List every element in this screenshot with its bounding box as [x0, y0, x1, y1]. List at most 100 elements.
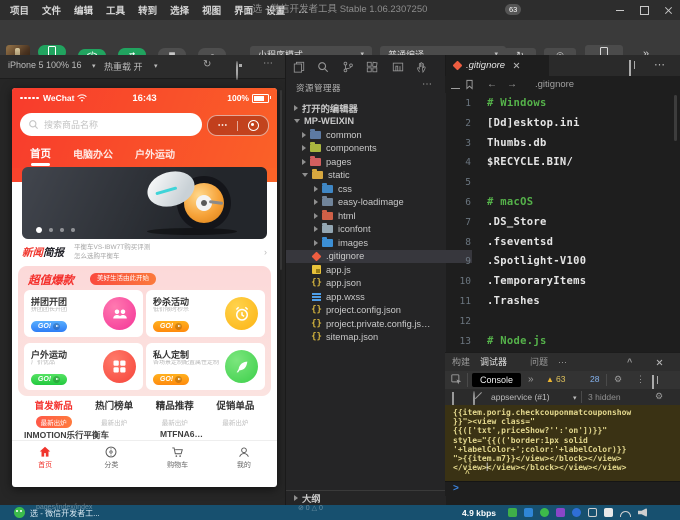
refresh-icon[interactable]: ↻ — [203, 59, 211, 70]
news-ticker[interactable]: 新闻 简报 平衡车VS-IBW7T购买评测 怎么选购平衡车 › — [22, 240, 267, 264]
simulator-scrollbar[interactable] — [280, 90, 282, 270]
console-prompt-row[interactable]: > — [445, 481, 680, 496]
section-new-arrivals[interactable]: 首发新品 最新出炉 — [35, 398, 73, 428]
tab-computer-office[interactable]: 电脑办公 — [73, 146, 113, 161]
breadcrumb-file[interactable]: .gitignore — [535, 79, 574, 90]
problems-summary[interactable]: ⊘ 0 △ 0 — [298, 504, 323, 512]
warning-icon[interactable]: ▲ — [546, 375, 554, 384]
section-promotion[interactable]: 促销单品 最新出炉 — [216, 398, 254, 428]
kebab-menu-icon[interactable]: ⋮ — [636, 374, 645, 385]
more-icon[interactable]: ⋯ — [558, 353, 567, 372]
miniprogram-capsule[interactable]: ⋯ — [207, 115, 269, 136]
tab-debugger[interactable]: 调试器 — [480, 353, 507, 372]
card-outdoor[interactable]: 户外运动 厂价优品 GO! — [24, 343, 143, 390]
close-tab-icon[interactable] — [513, 62, 520, 69]
menu-item-tools[interactable]: 工具 — [106, 3, 125, 17]
more-icon[interactable]: ⋯ — [263, 58, 273, 69]
taskbar-window-label[interactable]: 选 - 微信开发者工... — [30, 508, 100, 519]
folder-static[interactable]: static — [286, 169, 462, 183]
menu-item-more[interactable]: … — [298, 5, 308, 16]
card-flash-sale[interactable]: 秒杀活动 低价限时秒杀 GO! — [146, 290, 265, 337]
more-icon[interactable]: ⋯ — [654, 58, 665, 71]
hidden-count[interactable]: 3 hidden — [588, 392, 621, 402]
menu-item-project[interactable]: 项目 — [10, 3, 29, 17]
folder-common[interactable]: common — [286, 128, 462, 142]
folder-components[interactable]: components — [286, 142, 462, 156]
go-button[interactable]: GO! — [31, 374, 67, 385]
minimize-button[interactable] — [608, 0, 632, 20]
shield-icon[interactable] — [508, 508, 517, 517]
hand-icon[interactable] — [416, 61, 428, 73]
inspect-icon[interactable] — [451, 374, 462, 385]
section-recommend[interactable]: 精品推荐 最新出炉 — [156, 398, 194, 428]
tab-problems[interactable]: 问题 — [530, 353, 548, 372]
menu-item-file[interactable]: 文件 — [42, 3, 61, 17]
collapse-log-icon[interactable]: ^ — [465, 469, 470, 478]
project-root-row[interactable]: MP-WEIXIN — [286, 115, 454, 129]
bluetooth-icon[interactable] — [572, 508, 581, 517]
wechat-devtools-window: 项目 文件 编辑 工具 转到 选择 视图 界面 设置 … 选 - 微信开发者工具… — [0, 0, 680, 520]
folder-icon — [310, 128, 321, 139]
banner-image[interactable] — [22, 167, 267, 239]
promo-title: 超值爆款 — [28, 275, 74, 287]
go-button[interactable]: GO! — [153, 374, 189, 385]
extensions-icon[interactable] — [366, 61, 378, 73]
context-selector[interactable]: appservice (#1) — [491, 392, 550, 402]
git-branch-icon[interactable] — [342, 61, 354, 73]
input-method-icon[interactable] — [556, 508, 565, 517]
wechat-taskbar-icon[interactable] — [14, 507, 25, 518]
outline-section[interactable]: 大纲 — [286, 490, 446, 505]
windows-tray-icon[interactable] — [524, 508, 533, 517]
tabbar-home[interactable]: 首页 — [12, 441, 78, 479]
tabbar-category[interactable]: 分类 — [78, 441, 144, 479]
menu-item-interface[interactable]: 界面 — [234, 3, 253, 17]
collapse-panel-icon[interactable]: ^ — [627, 353, 632, 372]
ime-icon[interactable] — [604, 508, 613, 517]
hot-reload-toggle[interactable]: 热重载 开 — [104, 60, 143, 73]
back-icon[interactable]: ← — [487, 79, 497, 90]
tabbar-me[interactable]: 我的 — [211, 441, 277, 479]
device-selector[interactable]: iPhone 5 100% 16 — [8, 60, 82, 70]
js-icon — [312, 265, 321, 275]
close-button[interactable] — [656, 0, 680, 20]
stop-icon[interactable] — [236, 61, 238, 80]
tab-home[interactable]: 首页 — [30, 146, 51, 166]
tab-build[interactable]: 构建 — [452, 353, 470, 372]
card-subtitle: 低价限时秒杀 — [153, 307, 190, 313]
tabbar-cart[interactable]: 购物车 — [145, 441, 211, 479]
menu-item-select[interactable]: 选择 — [170, 3, 189, 17]
wifi-icon[interactable] — [620, 511, 631, 517]
menu-item-goto[interactable]: 转到 — [138, 3, 157, 17]
search-placeholder: 搜索商品名称 — [44, 120, 99, 130]
card-group-buy[interactable]: 拼团开团 拼团团长开团 GO! — [24, 290, 143, 337]
go-button[interactable]: GO! — [153, 321, 189, 332]
go-button[interactable]: GO! — [31, 321, 67, 332]
menu-item-settings[interactable]: 设置 — [266, 3, 285, 17]
folder-pages[interactable]: pages — [286, 155, 462, 169]
forward-icon[interactable]: → — [507, 79, 517, 90]
tab-gitignore[interactable]: .gitignore — [446, 55, 549, 76]
files-icon[interactable] — [293, 61, 305, 73]
console-tab[interactable]: Console — [472, 373, 522, 387]
gear-icon[interactable]: ⚙ — [655, 391, 663, 402]
lock-icon[interactable] — [588, 508, 597, 517]
volume-icon[interactable] — [638, 508, 647, 517]
code-editor[interactable]: 1 # Windows 2 [Dd]esktop.ini 3 Thumbs.db 4 $… — [445, 94, 677, 352]
package-icon[interactable] — [392, 61, 404, 73]
menu-item-view[interactable]: 视图 — [202, 3, 221, 17]
search-icon[interactable] — [317, 61, 329, 73]
more-tabs-icon[interactable]: » — [528, 374, 534, 385]
editor-scrollbar[interactable] — [674, 95, 677, 141]
open-editors-row[interactable]: 打开的编辑器 — [286, 101, 454, 115]
section-hot-list[interactable]: 热门榜单 最新出炉 — [95, 398, 133, 428]
maximize-button[interactable] — [632, 0, 656, 20]
bookmark-icon[interactable] — [465, 79, 474, 90]
tab-outdoor-sports[interactable]: 户外运动 — [135, 146, 175, 161]
gear-icon[interactable]: ⚙ — [614, 374, 622, 385]
product-name: MTFNA6… — [160, 429, 203, 439]
menu-item-edit[interactable]: 编辑 — [74, 3, 93, 17]
search-input[interactable]: 搜索商品名称 — [20, 113, 202, 136]
card-custom[interactable]: 私人定制 各场景定制配置属性定制 GO! — [146, 343, 265, 390]
wechat-tray-icon[interactable] — [540, 508, 549, 517]
more-icon[interactable]: ⋯ — [422, 79, 432, 90]
